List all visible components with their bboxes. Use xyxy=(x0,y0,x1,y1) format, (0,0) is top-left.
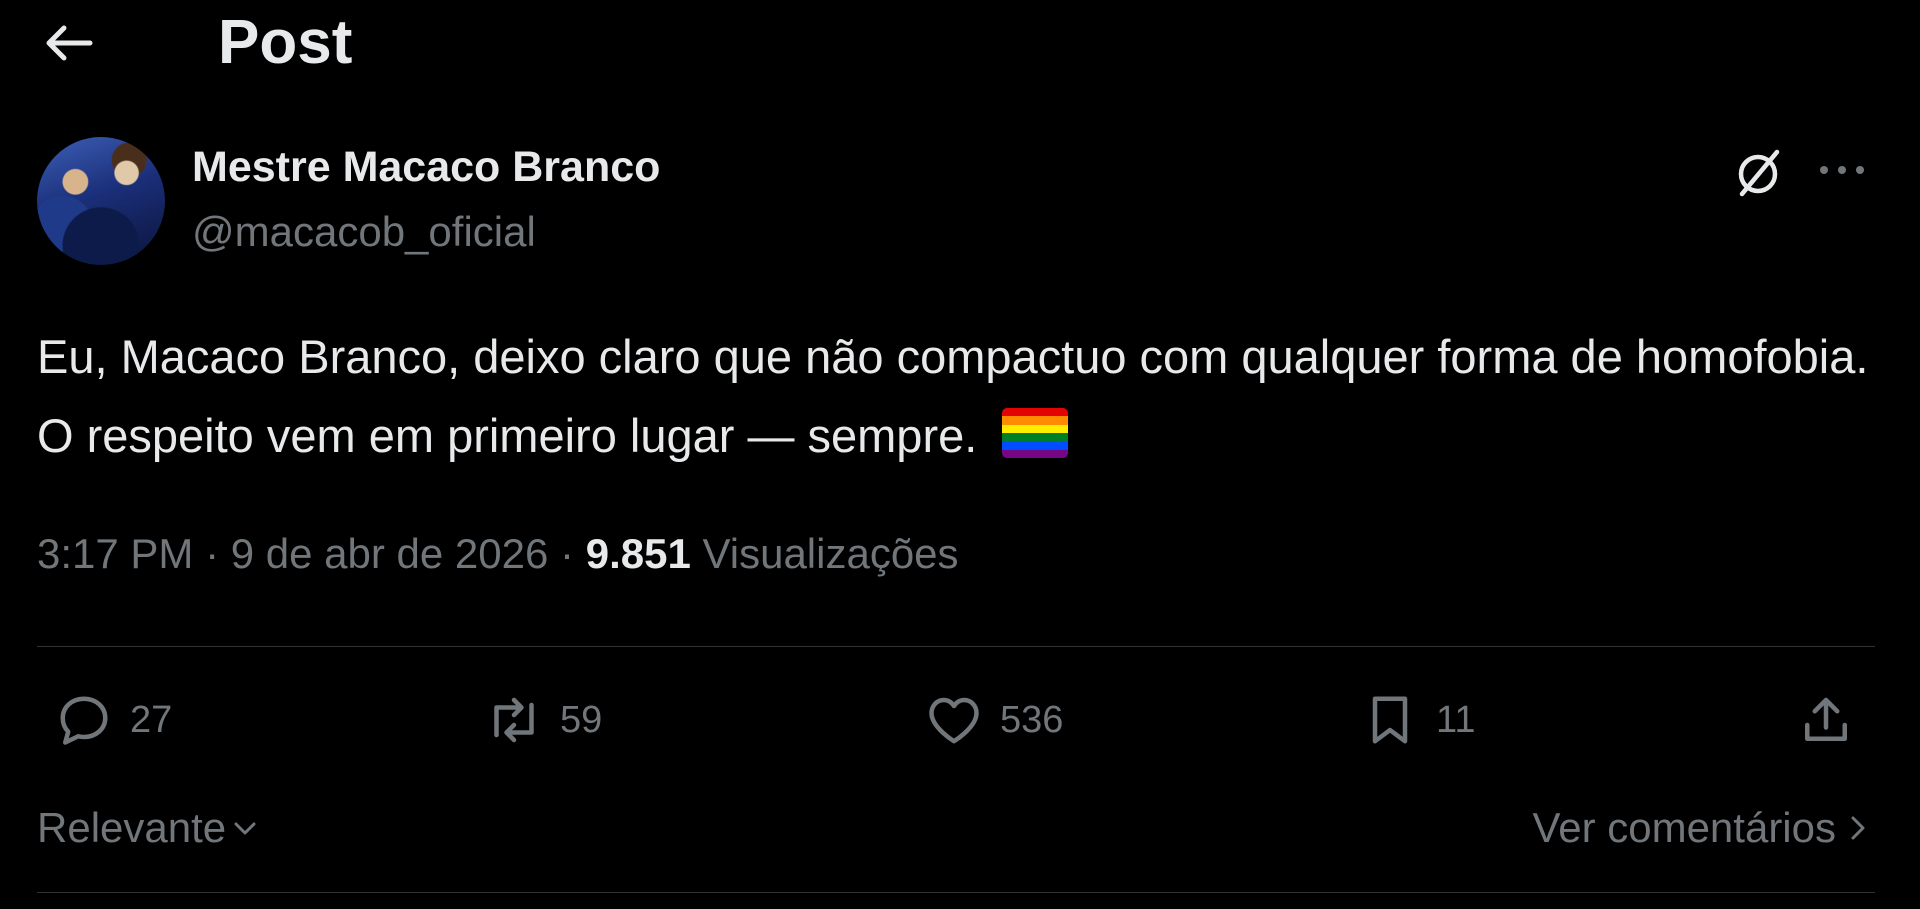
author-display-name[interactable]: Mestre Macaco Branco xyxy=(192,140,660,194)
page-title: Post xyxy=(218,8,353,77)
repost-count: 59 xyxy=(560,698,603,741)
rainbow-flag-icon xyxy=(1002,408,1069,458)
bookmark-button[interactable]: 11 xyxy=(1360,690,1475,750)
flag-stripe xyxy=(1002,432,1069,442)
post-meta: 3:17 PM · 9 de abr de 2026 · 9.851 Visua… xyxy=(37,526,959,582)
views-label: Visualizações xyxy=(702,530,959,577)
reply-icon xyxy=(60,696,108,745)
flag-stripe xyxy=(1002,449,1069,458)
see-comments-link[interactable]: Ver comentários xyxy=(1533,800,1870,856)
author-handle[interactable]: @macacob_oficial xyxy=(192,206,536,258)
meta-separator: · xyxy=(560,530,575,577)
meta-separator: · xyxy=(205,530,220,577)
arrow-left-icon xyxy=(46,25,93,61)
sort-dropdown[interactable]: Relevante xyxy=(37,800,260,856)
share-icon xyxy=(1805,697,1847,741)
post-time[interactable]: 3:17 PM xyxy=(37,530,193,577)
chevron-right-icon xyxy=(1851,816,1865,840)
flag-stripe xyxy=(1002,424,1069,433)
share-button[interactable] xyxy=(1796,690,1856,750)
flag-stripe xyxy=(1002,416,1069,425)
sort-label: Relevante xyxy=(37,804,227,851)
divider xyxy=(37,892,1875,893)
like-count: 536 xyxy=(1000,698,1064,741)
repost-button[interactable]: 59 xyxy=(484,690,602,750)
divider xyxy=(37,646,1875,647)
chevron-down-icon xyxy=(234,822,256,835)
grok-icon[interactable] xyxy=(1730,144,1786,200)
views-count: 9.851 xyxy=(585,530,691,577)
reply-count: 27 xyxy=(130,698,173,741)
repost-icon xyxy=(494,697,534,743)
see-comments-label: Ver comentários xyxy=(1532,804,1836,851)
bookmark-icon xyxy=(1372,696,1408,744)
bookmark-count: 11 xyxy=(1436,698,1476,741)
more-options-icon[interactable] xyxy=(1814,150,1870,190)
avatar[interactable] xyxy=(37,137,165,265)
post-text-content: Eu, Macaco Branco, deixo claro que não c… xyxy=(37,330,1869,462)
post-date[interactable]: 9 de abr de 2026 xyxy=(231,530,549,577)
reply-button[interactable]: 27 xyxy=(54,690,172,750)
flag-stripe xyxy=(1002,441,1069,450)
flag-stripe xyxy=(1002,408,1069,417)
like-button[interactable]: 536 xyxy=(924,690,1063,750)
heart-icon xyxy=(929,697,979,744)
back-button[interactable] xyxy=(40,18,98,68)
post-text: Eu, Macaco Branco, deixo claro que não c… xyxy=(37,317,1887,475)
